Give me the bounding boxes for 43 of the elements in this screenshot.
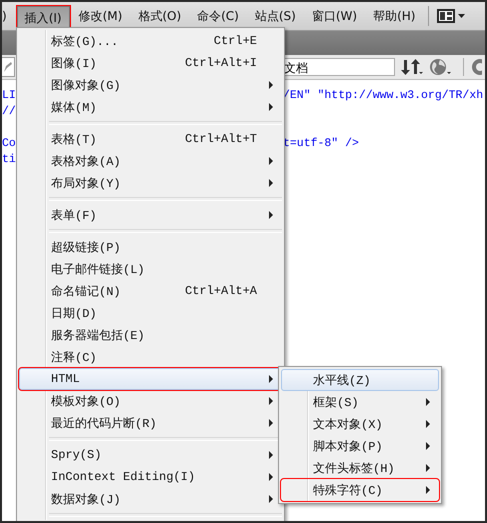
menu-item[interactable]: 表格(T) Ctrl+Alt+T — [19, 128, 282, 150]
menu-item[interactable]: 脚本对象(P) — [281, 435, 439, 457]
menu-item[interactable]: 表单(F) — [19, 204, 282, 226]
menu-item[interactable]: 服务器端包括(E) — [19, 324, 282, 346]
menu-item[interactable]: 日期(D) — [19, 302, 282, 324]
pen-icon[interactable] — [2, 61, 12, 73]
menu-item[interactable]: 表格对象(A) — [19, 150, 282, 172]
menu-item[interactable]: 媒体(M) — [19, 96, 282, 118]
code-text: LI — [2, 88, 16, 104]
menu-item[interactable]: 超级链接(P) — [19, 236, 282, 258]
menu-item[interactable]: 特殊字符(C) — [281, 479, 439, 501]
menu-item[interactable]: 站点(S) — [248, 5, 303, 27]
menu-item[interactable]: ) — [2, 5, 13, 27]
menu-item[interactable]: 框架(S) — [281, 391, 439, 413]
menu-item[interactable]: 命名锚记(N) Ctrl+Alt+A — [19, 280, 282, 302]
menu-item[interactable]: 布局对象(Y) — [19, 172, 282, 194]
menu-item[interactable]: 图像(I) Ctrl+Alt+I — [19, 52, 282, 74]
menu-item[interactable]: 标签(G)... Ctrl+E — [19, 30, 282, 52]
menu-item[interactable]: 图像对象(G) — [19, 74, 282, 96]
code-text: // — [2, 104, 16, 120]
menu-item[interactable]: 最近的代码片断(R) — [19, 412, 282, 434]
menu-item[interactable]: 文本对象(X) — [281, 413, 439, 435]
menu-item[interactable]: 修改(M) — [72, 5, 130, 27]
code-text: Co — [2, 136, 16, 152]
layout-icon[interactable] — [437, 8, 468, 24]
menu-item[interactable]: InContext Editing(I) — [19, 466, 282, 488]
menu-item[interactable]: 注释(C) — [19, 346, 282, 368]
menu-item[interactable]: 模板对象(O) — [19, 390, 282, 412]
menu-item[interactable]: Spry(S) — [19, 444, 282, 466]
globe-icon[interactable] — [429, 58, 451, 76]
menu-item[interactable]: 水平线(Z) — [281, 369, 439, 391]
input-field[interactable] — [2, 57, 15, 77]
menu-item[interactable]: 数据对象(J) — [19, 488, 282, 510]
menu-item[interactable]: 格式(O) — [131, 5, 188, 27]
menu-item[interactable]: 电子邮件链接(L) — [19, 258, 282, 280]
menu-item[interactable]: 命令(C) — [190, 5, 246, 27]
menu-item[interactable]: 窗口(W) — [304, 5, 364, 27]
sort-icon[interactable] — [401, 58, 423, 76]
code-text: ti — [2, 152, 16, 168]
menu-item[interactable]: 文件头标签(H) — [281, 457, 439, 479]
code-text: t=utf-8" /> — [283, 136, 359, 152]
code-text: /EN" "http://www.w3.org/TR/xh — [283, 88, 484, 104]
menu-item[interactable]: 帮助(H) — [366, 5, 422, 27]
